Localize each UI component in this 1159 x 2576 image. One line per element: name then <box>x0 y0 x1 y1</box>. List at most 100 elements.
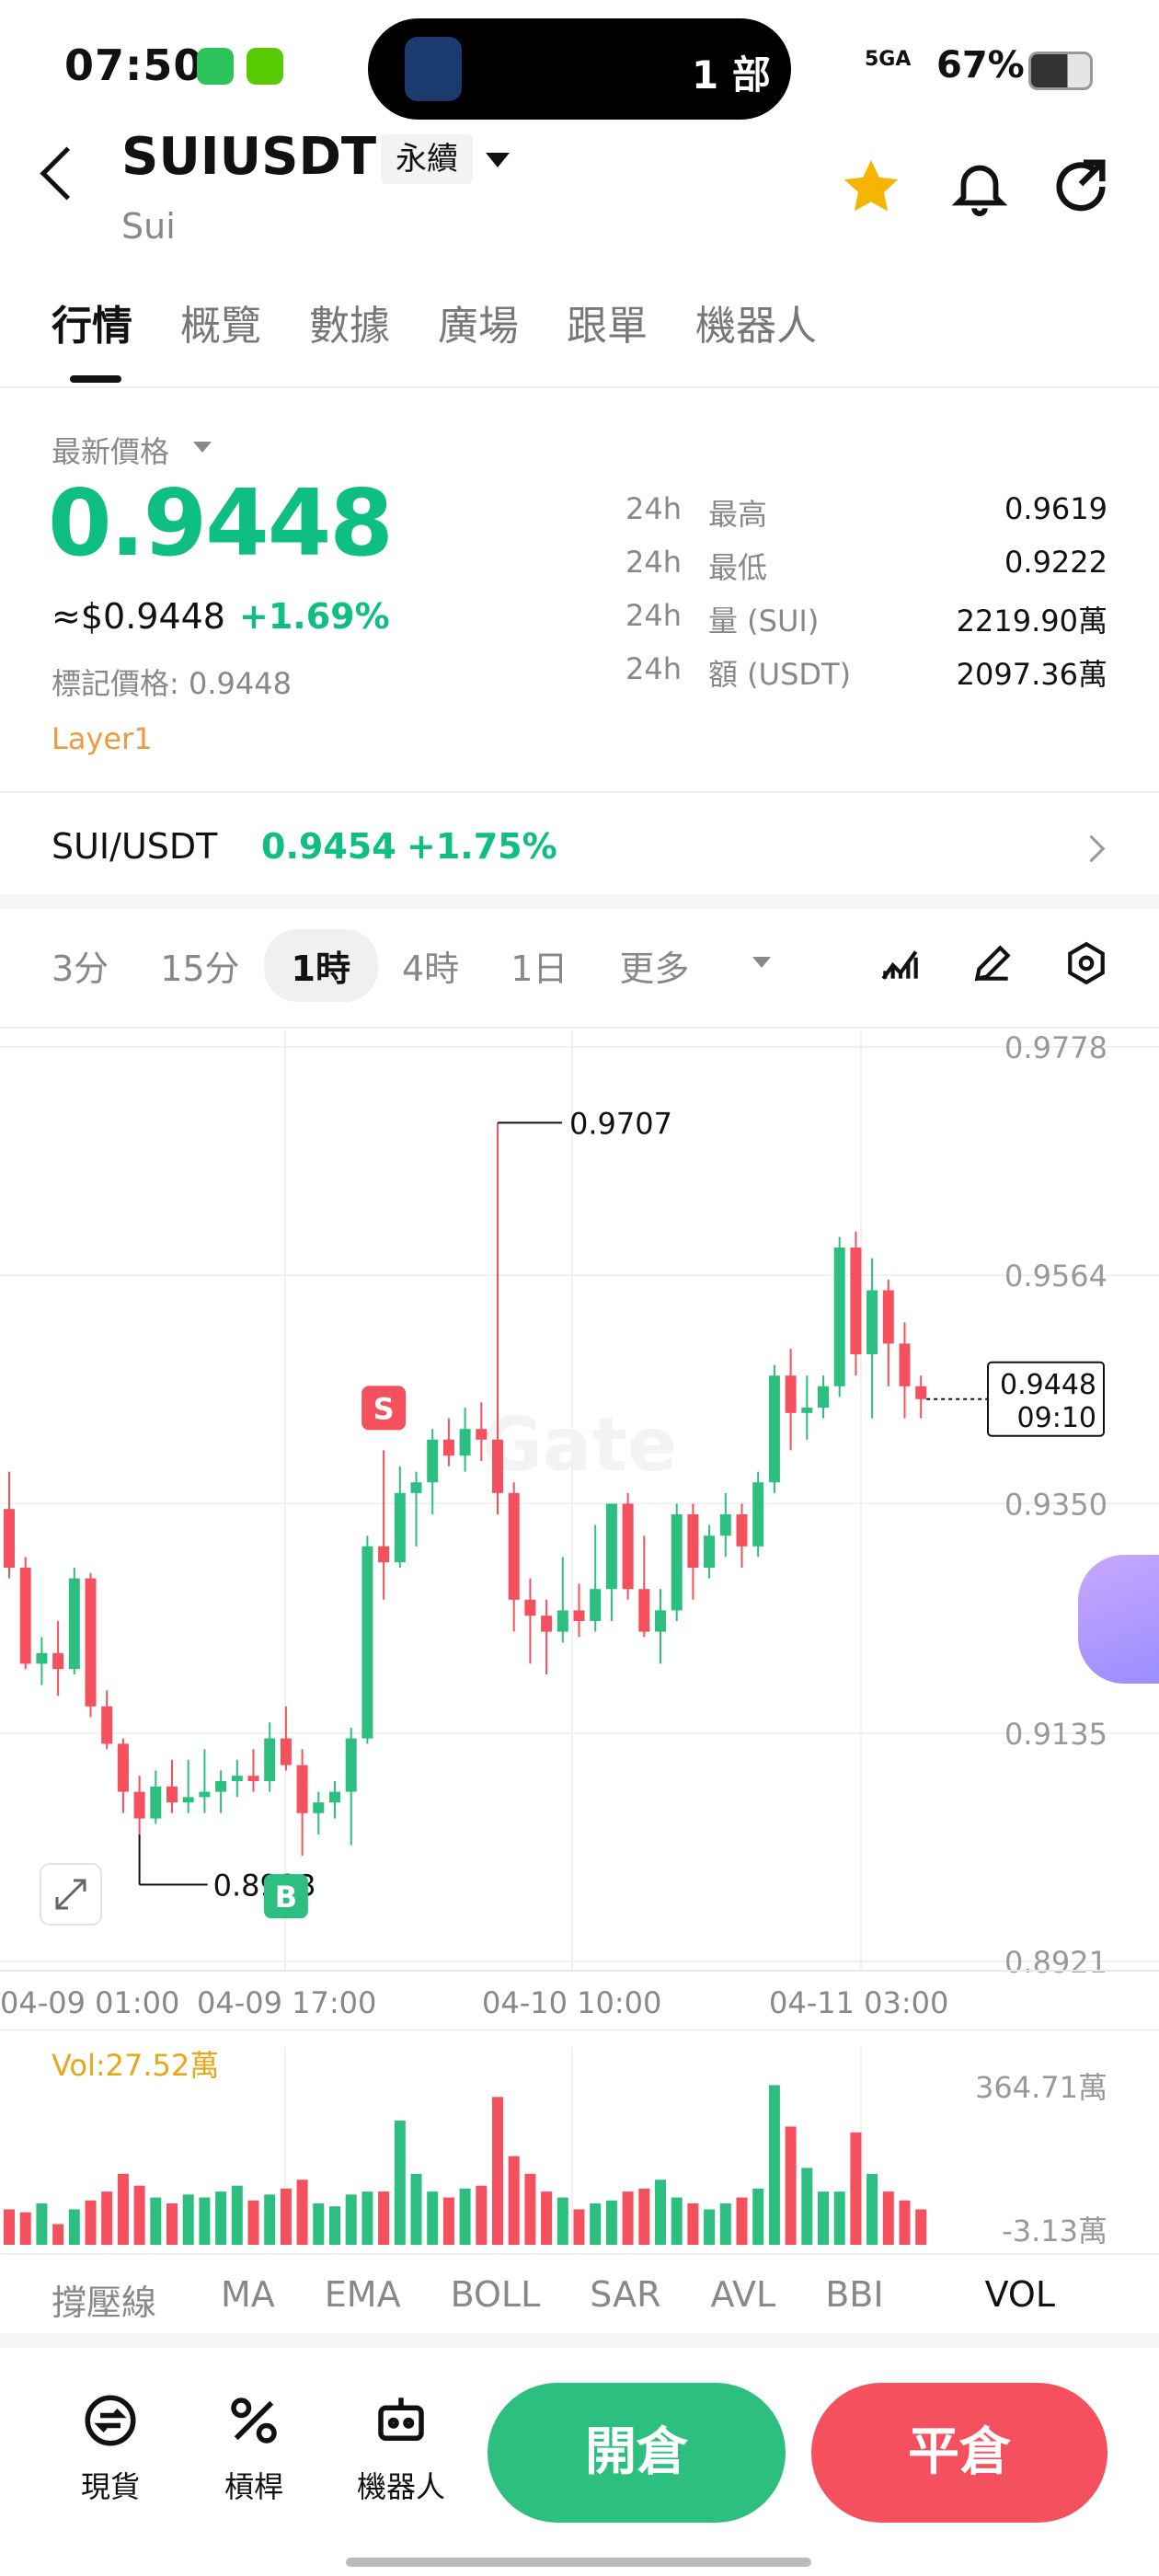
candle-body <box>882 1290 894 1344</box>
candle-body <box>117 1743 129 1792</box>
battery-icon <box>1028 52 1093 90</box>
candle-body <box>719 1514 731 1536</box>
indicator-support[interactable]: 撐壓線 <box>52 2274 156 2325</box>
indicator-avl[interactable]: AVL <box>710 2274 775 2325</box>
open-position-button[interactable]: 開倉 <box>488 2383 786 2523</box>
nav-margin[interactable]: 槓桿 <box>199 2390 309 2506</box>
indicator-bbi[interactable]: BBI <box>825 2274 883 2325</box>
divider <box>0 791 1159 793</box>
y-tick-label: 0.9135 <box>1004 1717 1107 1752</box>
volume-bar <box>524 2173 536 2245</box>
tab-copy-trade[interactable]: 跟單 <box>567 293 648 351</box>
chevron-right-icon[interactable] <box>1077 834 1106 863</box>
price-change: +1.69% <box>239 596 390 637</box>
settings-icon[interactable] <box>1063 940 1109 986</box>
indicator-ma[interactable]: MA <box>221 2274 275 2325</box>
indicator-ema[interactable]: EMA <box>325 2274 401 2325</box>
volume-bar <box>719 2203 731 2245</box>
nav-label: 現貨 <box>80 2469 140 2504</box>
volume-chart[interactable]: Vol:27.52萬 364.71萬 -3.13萬 <box>0 2030 1159 2260</box>
tab-bot[interactable]: 機器人 <box>695 293 817 351</box>
volume-bar <box>427 2191 439 2245</box>
candle-body <box>329 1791 340 1803</box>
tab-square[interactable]: 廣場 <box>438 293 519 351</box>
volume-bar <box>166 2203 178 2245</box>
candle-body <box>671 1514 683 1611</box>
stat-value: 0.9222 <box>1004 545 1107 580</box>
share-icon[interactable] <box>1049 155 1113 219</box>
current-price-label: 0.9448 <box>1000 1369 1096 1401</box>
interval-4h[interactable]: 4時 <box>402 940 459 991</box>
candle-body <box>166 1786 178 1803</box>
indicator-icon[interactable] <box>878 940 924 986</box>
volume-bar <box>442 2197 454 2245</box>
bell-icon[interactable] <box>947 155 1012 219</box>
volume-bar <box>247 2200 259 2245</box>
spot-pair-price: 0.9454 <box>261 826 396 867</box>
star-icon[interactable] <box>839 155 903 219</box>
stat-period: 24h <box>625 545 682 580</box>
draw-icon[interactable] <box>970 940 1016 986</box>
indicator-bar: 撐壓線 MA EMA BOLL SAR AVL BBI VOL <box>52 2274 1055 2325</box>
stat-period: 24h <box>625 651 682 686</box>
stat-value: 2097.36萬 <box>956 657 1107 692</box>
candle-body <box>247 1776 259 1781</box>
interval-1h[interactable]: 1時 <box>263 929 378 1002</box>
section-divider <box>0 894 1159 909</box>
candle-body <box>899 1343 911 1386</box>
candle-body <box>378 1546 390 1563</box>
tab-data[interactable]: 數據 <box>309 293 390 351</box>
nav-bot[interactable]: 機器人 <box>346 2390 456 2506</box>
candle-body <box>361 1546 373 1739</box>
candle-body <box>52 1652 64 1670</box>
candle-body <box>524 1599 536 1616</box>
volume-min-label: -3.13萬 <box>1002 2214 1107 2248</box>
volume-bar <box>264 2194 276 2245</box>
candle-body <box>182 1797 194 1803</box>
assistant-bubble[interactable] <box>1078 1555 1159 1684</box>
volume-bar <box>150 2197 162 2245</box>
interval-more[interactable]: 更多 <box>619 940 689 991</box>
stat-value: 2219.90萬 <box>956 604 1107 638</box>
x-tick-label: 04-09 01:00 <box>0 1985 179 2020</box>
section-divider <box>0 2333 1159 2348</box>
candlestick-chart[interactable]: 0.9778 0.9564 0.9350 0.9135 0.8921 Gate 0.9707… <box>0 1030 1159 2052</box>
caret-down-icon[interactable] <box>486 153 510 167</box>
candle-body <box>833 1248 845 1386</box>
category-tag[interactable]: Layer1 <box>52 721 153 756</box>
interval-3m[interactable]: 3分 <box>52 940 109 991</box>
back-icon[interactable] <box>40 146 94 201</box>
divider <box>0 386 1159 388</box>
indicator-boll[interactable]: BOLL <box>451 2274 541 2325</box>
interval-1d[interactable]: 1日 <box>511 940 568 991</box>
stat-period: 24h <box>625 491 682 526</box>
volume-bar <box>101 2191 113 2245</box>
interval-15m[interactable]: 15分 <box>160 940 239 991</box>
duolingo-icon <box>247 48 283 85</box>
candle-body <box>410 1482 422 1493</box>
caret-down-icon[interactable] <box>193 442 212 453</box>
caret-down-icon[interactable] <box>752 957 771 968</box>
volume-bar <box>68 2209 80 2245</box>
status-time: 07:50 <box>64 40 204 90</box>
indicator-sar[interactable]: SAR <box>590 2274 660 2325</box>
volume-bar <box>508 2156 520 2245</box>
close-position-button[interactable]: 平倉 <box>811 2383 1107 2523</box>
home-indicator[interactable] <box>346 2558 811 2567</box>
volume-bar <box>573 2209 585 2245</box>
volume-bar <box>818 2191 829 2245</box>
contract-type-selector[interactable]: 永續 <box>381 134 473 184</box>
high-price-label: 0.9707 <box>569 1106 672 1141</box>
x-tick-label: 04-09 17:00 <box>197 1985 376 2020</box>
nav-label: 槓桿 <box>224 2469 283 2504</box>
nav-spot[interactable]: 現貨 <box>55 2390 166 2506</box>
indicator-vol[interactable]: VOL <box>985 2274 1055 2325</box>
last-price: 0.9448 <box>48 469 394 577</box>
latest-price-label[interactable]: 最新價格 <box>52 429 169 471</box>
spot-pair-name[interactable]: SUI/USDT <box>52 826 217 867</box>
tab-overview[interactable]: 概覽 <box>180 293 261 351</box>
volume-bar <box>313 2203 325 2245</box>
tab-market[interactable]: 行情 <box>52 293 132 351</box>
volume-bar <box>345 2194 357 2245</box>
island-text: 1 部 <box>692 52 771 98</box>
